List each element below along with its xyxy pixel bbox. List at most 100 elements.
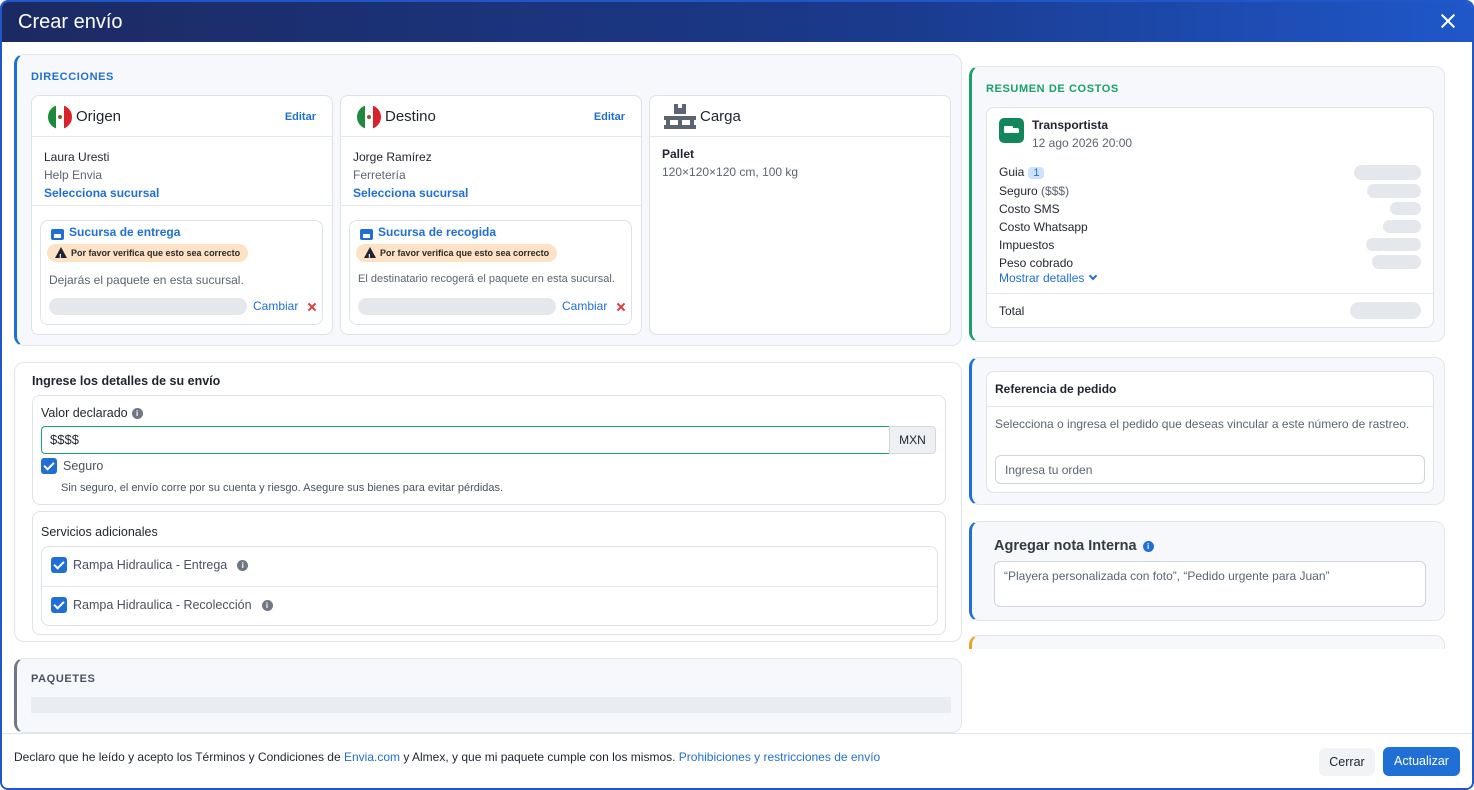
currency-addon: MXN (889, 426, 936, 454)
pallet-icon (664, 104, 696, 129)
cost-summary-section: RESUMEN DE COSTOS Transportista 12 ago 2… (969, 66, 1445, 342)
guide-badge: 1 (1028, 167, 1045, 179)
destination-company: Ferretería (353, 168, 406, 182)
cargo-type: Pallet (662, 147, 695, 161)
divider (341, 205, 641, 206)
destination-warning-text: Por favor verifica que esto sea correcto (380, 248, 550, 258)
cost-row-taxes: Impuestos (999, 238, 1055, 252)
divider (987, 406, 1433, 407)
declared-value-input[interactable]: $$$$ (41, 426, 890, 454)
divider (650, 136, 950, 137)
close-icon[interactable] (1438, 11, 1458, 31)
cost-row-weight: Peso cobrado (999, 256, 1074, 270)
insurance-cost-label: Seguro (999, 184, 1038, 198)
warning-icon (364, 247, 376, 267)
insurance-checkbox[interactable] (41, 458, 57, 474)
cost-skeleton (1366, 238, 1421, 251)
cargo-title: Carga (700, 108, 741, 125)
origin-title: Origen (76, 108, 122, 125)
origin-branch-card: Sucursa de entrega Por favor verifica qu… (40, 220, 323, 325)
destination-card: Destino Editar Jorge Ramírez Ferretería … (340, 95, 642, 335)
internal-note-title-text: Agregar nota Interna (994, 538, 1137, 554)
envia-link[interactable]: Envia.com (344, 750, 400, 764)
store-icon (360, 229, 373, 240)
destination-edit-link[interactable]: Editar (594, 111, 625, 123)
services-title: Servicios adicionales (41, 525, 158, 539)
restrictions-link[interactable]: Prohibiciones y restricciones de envío (679, 750, 880, 764)
origin-card: Origen Editar Laura Uresti Help Envia Se… (31, 95, 333, 335)
destination-warning-badge: Por favor verifica que esto sea correcto (356, 244, 558, 267)
close-button[interactable]: Cerrar (1319, 748, 1375, 776)
cost-skeleton (1354, 165, 1421, 180)
destination-branch-text: El destinatario recogerá el paquete en e… (358, 273, 615, 285)
origin-warning-text: Por favor verifica que esto sea correcto (71, 248, 241, 258)
mexico-flag-icon (357, 105, 381, 129)
cost-row-sms: Costo SMS (999, 202, 1060, 216)
cargo-dimensions: 120×120×120 cm, 100 kg (662, 165, 799, 179)
packages-label: PAQUETES (31, 673, 96, 685)
store-icon (51, 229, 64, 240)
packages-section: PAQUETES (14, 658, 962, 733)
origin-edit-link[interactable]: Editar (285, 111, 316, 123)
order-input[interactable]: Ingresa tu orden (995, 455, 1425, 484)
show-details-link[interactable]: Mostrar detalles (999, 271, 1098, 285)
cost-summary-label: RESUMEN DE COSTOS (986, 83, 1119, 95)
internal-note-textarea[interactable]: “Playera personalizada con foto”, “Pedid… (994, 561, 1426, 607)
modal-header: Crear envío (2, 2, 1472, 42)
service-label: Rampa Hidraulica - Recolección i (73, 598, 273, 612)
destination-address: Jorge Ramírez Ferretería Selecciona sucu… (353, 148, 468, 202)
mexico-flag-icon (48, 105, 72, 129)
divider (32, 136, 332, 137)
origin-remove-icon[interactable] (307, 302, 317, 312)
destination-select-branch-link[interactable]: Selecciona sucursal (353, 184, 468, 202)
chevron-down-icon (1089, 271, 1098, 281)
origin-warning-badge: Por favor verifica que esto sea correcto (47, 244, 249, 267)
info-icon: i (237, 560, 249, 572)
shipment-details-section: Ingrese los detalles de su envío Valor d… (14, 362, 962, 642)
origin-select-branch-link[interactable]: Selecciona sucursal (44, 184, 159, 202)
origin-company: Help Envia (44, 168, 103, 182)
cost-skeleton (1367, 184, 1421, 198)
terms-text-1: Declaro que he leído y acepto los Términ… (14, 750, 344, 764)
destination-name: Jorge Ramírez (353, 150, 432, 164)
service-checkbox[interactable] (51, 597, 67, 613)
directions-label: DIRECCIONES (31, 71, 114, 83)
directions-section: DIRECCIONES Origen Editar Laura Uresti H… (14, 54, 962, 346)
carrier-date: 12 ago 2026 20:00 (1032, 136, 1133, 150)
total-skeleton (1350, 302, 1421, 319)
create-shipment-modal: Crear envío DIRECCIONES Origen Editar La… (0, 0, 1474, 790)
internal-note-section: Agregar nota Interna i “Playera personali… (969, 521, 1445, 621)
total-label: Total (999, 304, 1025, 318)
destination-remove-icon[interactable] (616, 302, 626, 312)
destination-title: Destino (385, 108, 436, 125)
service-row[interactable]: Rampa Hidraulica - Entrega i (42, 547, 937, 587)
packages-table-header (31, 697, 951, 713)
guide-label: Guia (999, 165, 1025, 179)
update-button[interactable]: Actualizar (1383, 747, 1460, 776)
cost-row-insurance: Seguro ($$$) (999, 184, 1069, 198)
details-title: Ingrese los detalles de su envío (32, 374, 221, 388)
modal-title: Crear envío (18, 11, 123, 33)
origin-address: Laura Uresti Help Envia Selecciona sucur… (44, 148, 159, 202)
carrier-name: Transportista (1032, 118, 1109, 132)
service-label-text: Rampa Hidraulica - Recolección (73, 598, 252, 612)
divider (32, 205, 332, 206)
origin-change-link[interactable]: Cambiar (253, 299, 298, 313)
insurance-cost-suffix: ($$$) (1041, 184, 1070, 198)
destination-branch-card: Sucursa de recogida Por favor verifica q… (349, 220, 632, 325)
service-row[interactable]: Rampa Hidraulica - Recolección i (42, 587, 937, 625)
info-icon: i (1142, 540, 1154, 552)
origin-branch-skeleton (49, 298, 247, 315)
modal-footer: Declaro que he leído y acepto los Términ… (2, 733, 1472, 788)
destination-change-link[interactable]: Cambiar (562, 299, 607, 313)
declared-value-label-text: Valor declarado (41, 406, 128, 420)
terms-text: Declaro que he leído y acepto los Términ… (14, 750, 880, 764)
service-checkbox[interactable] (51, 557, 67, 573)
order-reference-card: Referencia de pedido Selecciona o ingres… (986, 371, 1434, 493)
cost-row-guide: Guia 1 (999, 165, 1045, 179)
terms-text-2: y Almex, y que mi paquete cumple con los… (400, 750, 679, 764)
internal-note-title: Agregar nota Interna i (994, 538, 1154, 554)
truck-icon (999, 118, 1024, 143)
additional-services-box: Servicios adicionales Rampa Hidraulica -… (32, 511, 946, 635)
origin-name: Laura Uresti (44, 150, 110, 164)
